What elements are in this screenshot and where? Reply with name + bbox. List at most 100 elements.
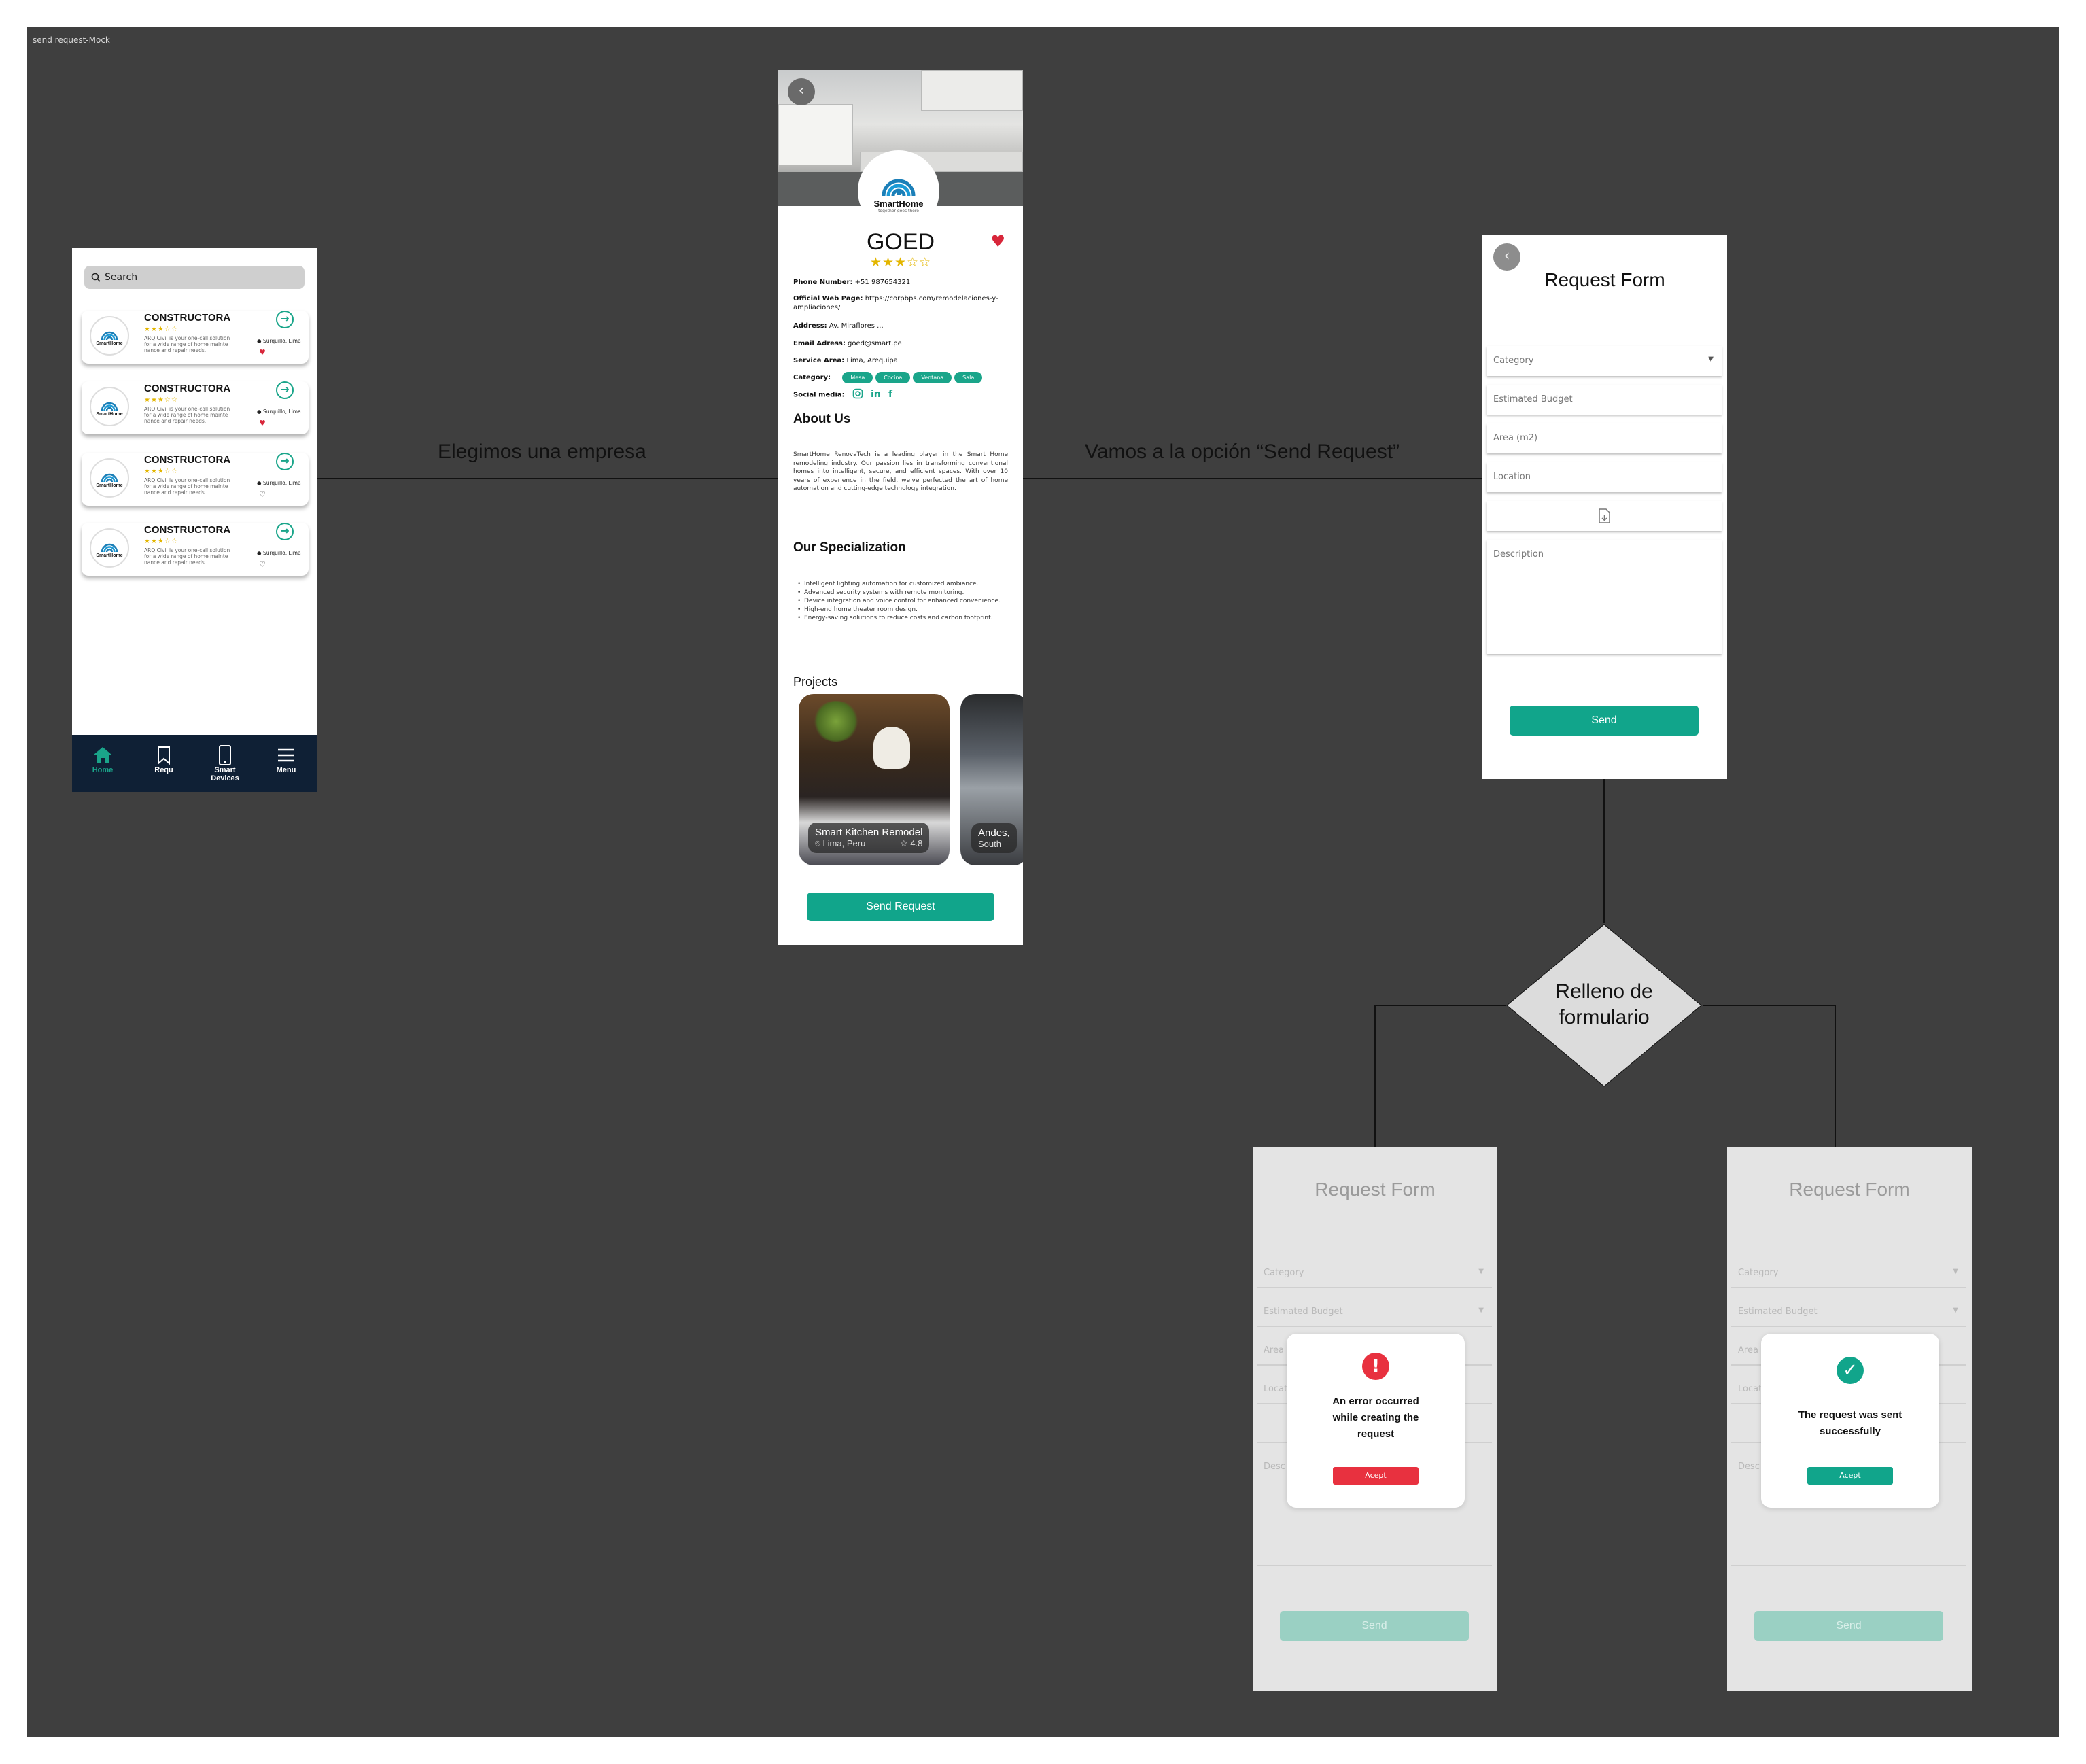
company-card[interactable]: SmartHome CONSTRUCTORA ★★★☆☆ ARQ Civil is y… — [82, 523, 309, 576]
projects-title: Projects — [793, 675, 838, 689]
file-upload[interactable] — [1487, 501, 1722, 531]
category-chip[interactable]: Mesa — [842, 372, 873, 383]
error-result-screen: Request Form Category ▼ Estimated Budget ▼… — [1253, 1147, 1497, 1691]
company-description: ARQ Civil is your one-call solution for … — [144, 477, 230, 496]
search-placeholder: Search — [105, 272, 138, 283]
success-dialog: ✓ The request was sent successfully Acep… — [1761, 1334, 1939, 1508]
favorite-heart-icon[interactable]: ♥ — [259, 348, 266, 357]
send-request-button[interactable]: Send Request — [807, 893, 994, 921]
project-title: Andes, — [978, 827, 1010, 839]
project-caption: Smart Kitchen Remodel ⌾ Lima, Peru ☆ 4.8 — [808, 823, 930, 853]
category-select: Category ▼ — [1257, 1258, 1492, 1288]
rating-stars: ★★★☆☆ — [144, 326, 178, 333]
specialization-list: Intelligent lighting automation for cust… — [793, 580, 1008, 623]
success-result-screen: Request Form Category ▼ Estimated Budget ▼… — [1727, 1147, 1972, 1691]
arrow-right-icon[interactable]: → — [276, 311, 294, 328]
tab-menu-label: Menu — [276, 766, 296, 774]
area-field[interactable]: Area (m2) — [1487, 423, 1722, 453]
chevron-down-icon: ▼ — [1953, 1268, 1958, 1275]
favorite-heart-icon[interactable]: ♥ — [990, 232, 1005, 251]
favorite-heart-icon[interactable]: ♥ — [259, 419, 266, 428]
connector-right-v — [1835, 1005, 1836, 1147]
form-title: Request Form — [1789, 1179, 1910, 1200]
category-placeholder: Category — [1264, 1268, 1304, 1278]
specialization-item: Energy-saving solutions to reduce costs … — [793, 614, 1008, 623]
project-card[interactable]: Andes, South — [960, 694, 1023, 865]
category-placeholder: Category — [1738, 1268, 1779, 1278]
budget-placeholder: Estimated Budget — [1738, 1307, 1818, 1317]
company-card[interactable]: SmartHome CONSTRUCTORA ★★★☆☆ ARQ Civil is y… — [82, 381, 309, 434]
chevron-down-icon: ▼ — [1478, 1268, 1484, 1275]
card-location: ● Surquillo, Lima — [257, 480, 301, 486]
company-logo: SmartHome — [90, 316, 129, 356]
category-select[interactable]: Category ▼ — [1487, 346, 1722, 376]
back-button[interactable]: ‹ — [788, 78, 815, 105]
company-description: ARQ Civil is your one-call solution for … — [144, 335, 230, 353]
arrow-right-icon[interactable]: → — [276, 523, 294, 540]
favorite-heart-icon[interactable]: ♡ — [259, 490, 266, 499]
specialization-item: Device integration and voice control for… — [793, 597, 1008, 606]
home-icon — [94, 747, 111, 763]
phone-label: Phone Number: — [793, 279, 853, 286]
bottom-nav: Home Requ Smart Devices Menu — [72, 735, 317, 792]
decision-line-1: Relleno de — [1555, 980, 1653, 1003]
phone-device-icon — [219, 745, 231, 765]
company-name: GOED — [866, 229, 935, 255]
category-placeholder: Category — [1493, 356, 1534, 366]
tab-requests[interactable]: Requ — [133, 735, 194, 792]
company-name: CONSTRUCTORA — [144, 454, 231, 466]
arrow-right-icon[interactable]: → — [276, 453, 294, 470]
description-field[interactable]: Description — [1487, 540, 1722, 654]
tab-home-label: Home — [92, 766, 114, 774]
file-upload-icon — [1599, 508, 1610, 523]
phone-value: +51 987654321 — [854, 279, 911, 286]
linkedin-icon[interactable]: in — [871, 390, 881, 399]
category-chip[interactable]: Ventana — [913, 372, 952, 383]
rating-stars: ★★★☆☆ — [144, 538, 178, 545]
smarthome-logo-icon — [101, 331, 118, 340]
company-name: CONSTRUCTORA — [144, 524, 231, 536]
accept-button[interactable]: Acept — [1333, 1467, 1419, 1485]
back-button[interactable]: ‹ — [1493, 243, 1520, 271]
arrow-right-icon[interactable]: → — [276, 381, 294, 399]
service-label: Service Area: — [793, 357, 845, 364]
project-card[interactable]: Smart Kitchen Remodel ⌾ Lima, Peru ☆ 4.8 — [799, 694, 950, 865]
facebook-icon[interactable]: f — [888, 390, 892, 399]
search-input[interactable]: Search — [84, 266, 305, 289]
location-field[interactable]: Location — [1487, 462, 1722, 492]
company-card[interactable]: SmartHome CONSTRUCTORA ★★★☆☆ ARQ Civil is y… — [82, 453, 309, 506]
budget-field[interactable]: Estimated Budget — [1487, 385, 1722, 415]
logo-name: SmartHome — [96, 411, 123, 417]
tab-smart-devices[interactable]: Smart Devices — [194, 735, 256, 792]
connector-right-h — [1703, 1005, 1836, 1006]
project-caption: Andes, South — [971, 823, 1017, 853]
favorite-heart-icon[interactable]: ♡ — [259, 560, 266, 569]
web-label: Official Web Page: — [793, 295, 863, 302]
decision-line-2: formulario — [1559, 1006, 1650, 1028]
accept-button[interactable]: Acept — [1807, 1467, 1893, 1485]
tab-menu[interactable]: Menu — [256, 735, 317, 792]
connector-left-v — [1374, 1005, 1376, 1147]
social-label: Social media: — [793, 391, 845, 399]
company-logo: SmartHome — [90, 387, 129, 426]
category-chip[interactable]: Cocina — [875, 372, 911, 383]
error-message: An error occurred while creating the req… — [1332, 1396, 1419, 1440]
location-pin-icon: ● — [257, 480, 262, 486]
project-title: Smart Kitchen Remodel — [815, 827, 923, 838]
send-button[interactable]: Send — [1510, 706, 1699, 736]
company-name: CONSTRUCTORA — [144, 383, 231, 394]
company-detail-screen: ‹ SmartHome together goes there GOED ♥ ★… — [778, 70, 1023, 945]
about-title: About Us — [793, 412, 851, 426]
company-description: ARQ Civil is your one-call solution for … — [144, 406, 230, 424]
address-label: Address: — [793, 322, 827, 330]
logo-tagline: together goes there — [878, 209, 919, 213]
instagram-icon[interactable] — [852, 388, 863, 401]
phone-row: Phone Number: +51 987654321 — [793, 278, 1011, 287]
tab-home[interactable]: Home — [72, 735, 133, 792]
company-card[interactable]: SmartHome CONSTRUCTORA ★★★☆☆ ARQ Civil is y… — [82, 311, 309, 364]
specialization-item: Intelligent lighting automation for cust… — [793, 580, 1008, 589]
category-chip[interactable]: Sala — [954, 372, 983, 383]
project-location: ⌾ Lima, Peru — [815, 838, 866, 848]
location-pin-icon: ● — [257, 338, 262, 344]
budget-field: Estimated Budget ▼ — [1257, 1297, 1492, 1327]
